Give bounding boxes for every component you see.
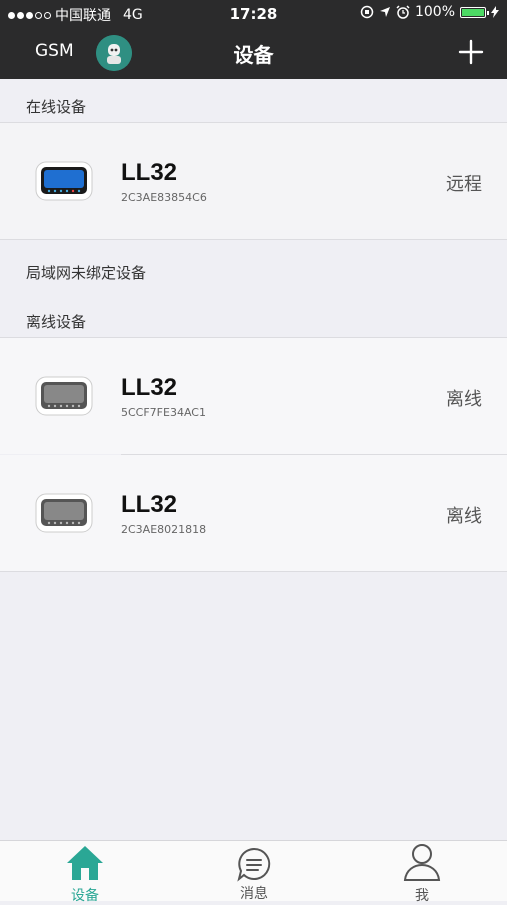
device-thumbnail-icon: [35, 493, 93, 533]
device-thumbnail-icon: [35, 376, 93, 416]
tab-messages-label: 消息: [240, 886, 268, 902]
battery-fill: [462, 8, 484, 16]
message-icon: [237, 847, 271, 882]
device-id: 2C3AE83854C6: [121, 191, 207, 204]
device-row-online-1[interactable]: LL32 2C3AE83854C6 远程: [0, 123, 507, 239]
charging-icon: [491, 6, 499, 18]
plus-icon[interactable]: [457, 38, 485, 66]
tab-me-label: 我: [415, 888, 429, 904]
tab-messages[interactable]: 消息: [194, 841, 314, 902]
device-name: LL32: [121, 374, 178, 401]
section-offline-label: 离线设备: [26, 313, 87, 331]
tab-me[interactable]: 我: [362, 841, 482, 904]
tab-bar: 设备 消息 我: [0, 840, 507, 904]
user-icon: [403, 844, 441, 881]
device-row-offline-1[interactable]: LL32 5CCF7FE34AC1 离线: [0, 338, 507, 454]
status-bar: 中国联通 4G 17:28 100%: [0, 0, 507, 26]
orientation-lock-icon: [360, 5, 374, 19]
section-lan-label: 局域网未绑定设备: [26, 264, 147, 282]
top-bar: 中国联通 4G 17:28 100% GSM 设备: [0, 0, 507, 79]
battery-percent: 100%: [414, 4, 455, 20]
device-id: 5CCF7FE34AC1: [121, 406, 206, 419]
device-row-offline-2[interactable]: LL32 2C3AE8021818 离线: [0, 455, 507, 571]
tab-devices[interactable]: 设备: [25, 841, 145, 904]
page-title: 设备: [233, 43, 274, 67]
device-status: 离线: [446, 506, 482, 527]
battery-icon: [460, 6, 489, 18]
device-name: LL32: [121, 491, 178, 518]
home-icon: [67, 846, 103, 880]
device-id: 2C3AE8021818: [121, 523, 207, 536]
status-right: 100%: [360, 4, 499, 20]
tab-devices-label: 设备: [71, 888, 99, 904]
device-status: 远程: [446, 174, 482, 195]
alarm-icon: [396, 5, 410, 19]
nav-bar: GSM 设备: [0, 26, 507, 79]
divider: [0, 571, 507, 572]
device-thumbnail-icon: [35, 161, 93, 201]
section-online-label: 在线设备: [26, 98, 87, 116]
divider: [0, 239, 507, 240]
device-status: 离线: [446, 389, 482, 410]
location-icon: [379, 7, 390, 17]
device-name: LL32: [121, 159, 178, 186]
